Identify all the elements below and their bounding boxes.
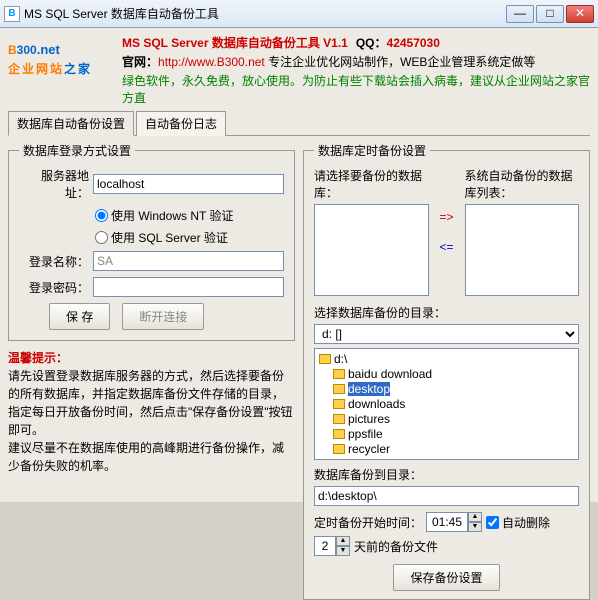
move-right-icon[interactable]: => xyxy=(439,210,453,224)
login-label: 登录名称： xyxy=(19,253,89,270)
tree-root[interactable]: d:\ xyxy=(317,351,576,366)
hint-block: 温馨提示： 请先设置登录数据库服务器的方式，然后选择要备份的所有数据库，并指定数… xyxy=(8,349,295,475)
spin-up-icon[interactable]: ▲ xyxy=(468,512,482,522)
tree-item[interactable]: pictures xyxy=(331,411,576,426)
target-db-label: 系统自动备份的数据库列表： xyxy=(465,167,580,201)
dir-label: 选择数据库备份的目录： xyxy=(314,304,579,321)
tabs: 数据库自动备份设置 自动备份日志 xyxy=(8,110,590,136)
folder-tree[interactable]: d:\baidu downloaddesktopdownloadspicture… xyxy=(314,348,579,460)
auto-delete-checkbox[interactable]: 自动删除 xyxy=(486,514,550,531)
hint-title: 温馨提示： xyxy=(8,349,295,367)
tree-item[interactable]: recycler xyxy=(331,441,576,456)
folder-icon xyxy=(333,399,345,409)
save-backup-settings-button[interactable]: 保存备份设置 xyxy=(393,564,499,591)
drive-select[interactable]: d: [] xyxy=(314,324,579,344)
hint-text: 请先设置登录数据库服务器的方式，然后选择要备份的所有数据库，并指定数据库备份文件… xyxy=(8,367,295,475)
folder-icon xyxy=(333,384,345,394)
disconnect-button[interactable]: 断开连接 xyxy=(122,303,204,330)
time-spinner[interactable]: ▲▼ xyxy=(426,512,482,532)
save-button[interactable]: 保 存 xyxy=(49,303,110,330)
password-label: 登录密码： xyxy=(19,279,89,296)
schedule-fieldset: 数据库定时备份设置 请选择要备份的数据库： => <= 系统自动备份的数据库列表… xyxy=(303,142,590,600)
tab-backup-settings[interactable]: 数据库自动备份设置 xyxy=(8,111,134,136)
notice-text: 绿色软件，永久免费，放心使用。为防止有些下载站会插入病毒，建议从企业网站之家官方… xyxy=(122,72,590,106)
source-db-label: 请选择要备份的数据库： xyxy=(314,167,429,201)
folder-icon xyxy=(333,444,345,454)
move-left-icon[interactable]: <= xyxy=(439,240,453,254)
website-link[interactable]: http://www.B300.net xyxy=(158,55,265,69)
radio-nt-auth[interactable]: 使用 Windows NT 验证 xyxy=(95,207,233,224)
tab-backup-log[interactable]: 自动备份日志 xyxy=(136,111,226,136)
app-title: MS SQL Server 数据库自动备份工具 V1.1 xyxy=(122,36,348,50)
logo: B300.net 企业网站之家 xyxy=(8,34,116,106)
spin-down-icon[interactable]: ▼ xyxy=(468,522,482,532)
tree-item[interactable]: ppsfile xyxy=(331,426,576,441)
maximize-button[interactable]: □ xyxy=(536,5,564,23)
login-fieldset: 数据库登录方式设置 服务器地址： 使用 Windows NT 验证 使用 SQL… xyxy=(8,142,295,341)
target-dir-label: 数据库备份到目录： xyxy=(314,466,579,483)
tree-item[interactable]: desktop xyxy=(331,381,576,396)
titlebar: B MS SQL Server 数据库自动备份工具 — □ ✕ xyxy=(0,0,598,28)
folder-icon xyxy=(319,354,331,364)
spin-up-icon[interactable]: ▲ xyxy=(336,536,350,546)
minimize-button[interactable]: — xyxy=(506,5,534,23)
window-title: MS SQL Server 数据库自动备份工具 xyxy=(24,5,506,22)
spin-down-icon[interactable]: ▼ xyxy=(336,546,350,556)
login-legend: 数据库登录方式设置 xyxy=(19,142,135,159)
radio-sql-auth[interactable]: 使用 SQL Server 验证 xyxy=(95,229,228,246)
schedule-legend: 数据库定时备份设置 xyxy=(314,142,430,159)
folder-icon xyxy=(333,414,345,424)
server-label: 服务器地址： xyxy=(19,167,89,201)
time-label: 定时备份开始时间： xyxy=(314,514,422,531)
tree-item[interactable]: baidu download xyxy=(331,366,576,381)
folder-icon xyxy=(333,369,345,379)
days-spinner[interactable]: ▲▼ xyxy=(314,536,350,556)
days-suffix: 天前的备份文件 xyxy=(354,538,438,555)
close-button[interactable]: ✕ xyxy=(566,5,594,23)
server-input[interactable] xyxy=(93,174,284,194)
app-icon: B xyxy=(4,6,20,22)
target-dir-input[interactable] xyxy=(314,486,579,506)
source-db-list[interactable] xyxy=(314,204,429,296)
tree-item[interactable]: downloads xyxy=(331,396,576,411)
login-input[interactable] xyxy=(93,251,284,271)
password-input[interactable] xyxy=(93,277,284,297)
folder-icon xyxy=(333,429,345,439)
target-db-list[interactable] xyxy=(465,204,580,296)
header: B300.net 企业网站之家 MS SQL Server 数据库自动备份工具 … xyxy=(8,34,590,106)
